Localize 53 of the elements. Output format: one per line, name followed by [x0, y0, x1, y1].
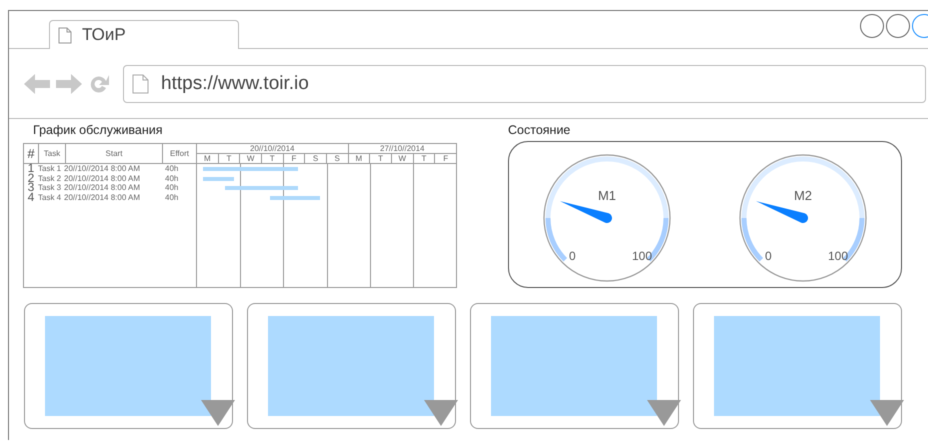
forward-arrow-icon[interactable] — [55, 72, 83, 94]
table-cell-text: 40h — [164, 164, 178, 174]
tab-title: ТОиР — [82, 25, 126, 45]
gauge-min: 0 — [569, 248, 576, 262]
gauge-label: M2 — [794, 188, 812, 202]
table-cell-text: Task 1 — [38, 164, 62, 174]
back-arrow-icon[interactable] — [23, 72, 51, 94]
row-number: 3 — [26, 183, 36, 192]
page-icon — [132, 74, 149, 94]
task-bar — [203, 176, 234, 180]
day-label: W — [392, 154, 414, 163]
table-cell-text: Task 3 — [38, 183, 62, 192]
week-label: 20//10//2014 — [197, 144, 348, 154]
day-label: M — [197, 154, 219, 163]
day-label: T — [414, 154, 436, 163]
day-label: T — [262, 154, 284, 163]
browser-tab[interactable]: ТОиР — [49, 20, 239, 49]
table-cell-text: 20//10//2014 8:00 AM — [64, 192, 142, 202]
column-header: Task — [39, 144, 66, 163]
address-field[interactable]: https://www.toir.io — [123, 64, 926, 102]
table-cell-text: 20//10//2014 8:00 AM — [64, 183, 142, 192]
table-cell-text: 40h — [164, 192, 178, 202]
week-label: 27//10//2014 — [348, 144, 456, 154]
day-label: T — [218, 154, 240, 163]
row-number: 4 — [26, 192, 36, 202]
table-cell-text: 40h — [164, 183, 178, 192]
maximize-button[interactable] — [886, 14, 910, 38]
table-cell-text: 20//10//2014 8:00 AM — [64, 164, 142, 174]
day-label: S — [305, 154, 327, 163]
column-header: Start — [66, 144, 163, 163]
gauge-min: 0 — [765, 248, 772, 262]
gauge-max: 100 — [828, 248, 848, 262]
day-label: T — [370, 154, 392, 163]
task-bar — [270, 196, 320, 200]
day-label: M — [348, 154, 370, 163]
column-header: Effort — [169, 148, 190, 160]
page-icon — [58, 26, 72, 44]
row-number: 2 — [26, 174, 36, 183]
day-label: S — [333, 154, 341, 163]
day-label: F — [442, 154, 450, 163]
table-cell-text: Task 2 — [38, 174, 62, 183]
minimize-button[interactable] — [860, 14, 884, 38]
table-cell-text: Task 4 — [38, 192, 62, 202]
day-label: F — [284, 154, 306, 163]
table-cell-text: 20//10//2014 8:00 AM — [64, 174, 142, 183]
day-label: W — [240, 154, 262, 163]
row-number: 1 — [26, 164, 36, 174]
gauge-label: M1 — [598, 188, 616, 202]
section-title: График обслуживания — [33, 123, 164, 137]
column-header: # — [24, 144, 39, 163]
gauge-max: 100 — [632, 248, 652, 262]
section-title: Состояние — [508, 123, 572, 137]
table-cell-text: 40h — [164, 174, 178, 183]
